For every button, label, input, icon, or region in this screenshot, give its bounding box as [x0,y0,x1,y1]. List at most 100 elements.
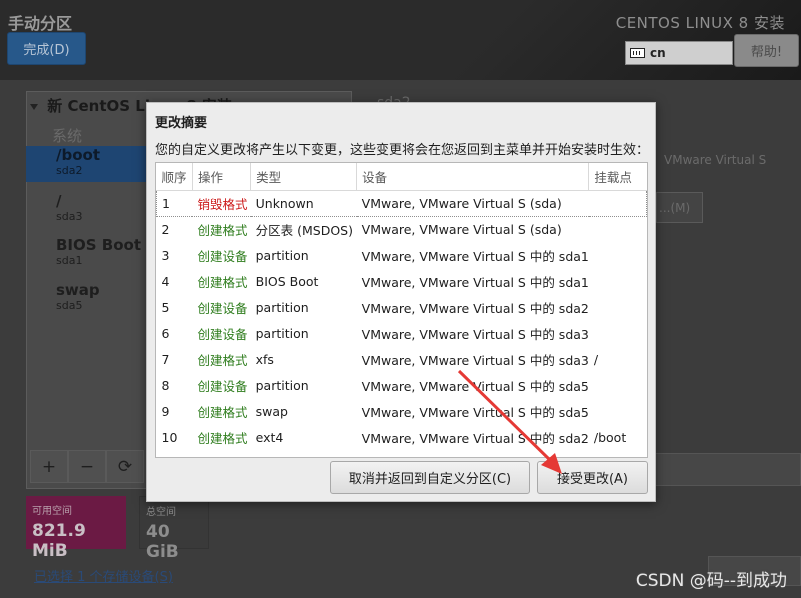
cell-device: VMware, VMware Virtual S (sda) [361,221,562,237]
partition-item-swap[interactable]: swap sda5 [26,281,150,317]
cell-type: Unknown [250,189,357,217]
column-header-type[interactable]: 类型 [250,163,358,191]
cell-mount [588,189,647,217]
cell-device: VMware, VMware Virtual S 中的 sda5 [361,378,589,394]
cell-order: 5 [161,299,170,315]
table-row[interactable]: 9 创建格式 swap VMware, VMware Virtual S 中的 sda… [157,398,647,424]
cell-mount [589,372,647,398]
partition-mount: BIOS Boot [56,236,142,254]
table-row[interactable]: 8 创建设备 partition VMware, VMware Virtual S 中… [157,372,647,398]
cell-order: 3 [161,247,170,263]
cell-mount [589,216,647,242]
cell-order: 4 [161,273,170,289]
cell-device: VMware, VMware Virtual S 中的 sda1 [361,274,589,290]
table-row[interactable]: 2 创建格式 分区表 (MSDOS) VMware, VMware Virtual S… [157,216,647,242]
partition-device: sda3 [56,210,83,223]
cell-action: 创建格式 [197,430,248,446]
cell-mount [589,242,647,268]
page-title: 手动分区 [8,14,73,33]
partition-mount: /boot [56,146,100,164]
cancel-return-button[interactable]: 取消并返回到自定义分区(C) [330,461,530,494]
cell-action: 创建设备 [197,326,248,342]
cell-action: 销毁格式 [192,189,251,217]
cell-type: 分区表 (MSDOS) [255,222,353,238]
dialog-title: 更改摘要 [155,116,208,131]
cell-action: 创建设备 [197,248,248,264]
cell-type: BIOS Boot [255,273,319,289]
cell-type: partition [255,247,309,263]
cell-type: partition [255,325,309,341]
cell-action: 创建格式 [197,222,248,238]
remove-partition-button[interactable]: − [68,450,106,483]
table-row[interactable]: 7 创建格式 xfs VMware, VMware Virtual S 中的 sda3… [157,346,647,372]
cell-type: partition [255,377,309,393]
cell-order: 8 [161,377,170,393]
add-partition-button[interactable]: + [30,450,68,483]
column-header-device[interactable]: 设备 [356,163,590,191]
cell-mount: / [593,351,599,367]
selected-device-desc: VMware Virtual S [664,153,767,167]
cell-mount [589,320,647,346]
cell-device: VMware, VMware Virtual S 中的 sda5 [361,404,589,420]
partition-item-root[interactable]: / sda3 [26,192,150,228]
cell-type: swap [255,403,288,419]
available-space-box: 可用空间 821.9 MiB [26,496,126,561]
table-row[interactable]: 5 创建设备 partition VMware, VMware Virtual S 中… [157,294,647,320]
table-row[interactable]: 1 销毁格式 Unknown VMware, VMware Virtual S (sd… [156,189,647,217]
partition-item-bios-boot[interactable]: BIOS Boot sda1 [26,236,150,272]
total-space-value: 40 GiB [146,522,179,562]
partition-device: sda1 [56,254,83,267]
available-space-value: 821.9 MiB [32,521,86,561]
available-space-label: 可用空间 [32,506,72,517]
cell-device: VMware, VMware Virtual S (sda) [356,189,589,217]
total-space-box: 总空间 40 GiB [139,496,209,562]
table-row[interactable]: 3 创建设备 partition VMware, VMware Virtual S 中… [157,242,647,268]
cell-action: 创建设备 [197,300,248,316]
modify-button[interactable]: ...(M) [656,192,703,223]
column-header-action[interactable]: 操作 [192,163,252,191]
expander-triangle-icon [30,103,38,110]
table-row[interactable]: 4 创建格式 BIOS Boot VMware, VMware Virtual S 中… [157,268,647,294]
cell-action: 创建格式 [197,404,248,420]
cell-device: VMware, VMware Virtual S 中的 sda3 [361,326,589,342]
partition-device: sda2 [56,164,83,177]
changes-table[interactable]: 顺序 操作 类型 设备 挂载点 1 销毁格式 Unknown VMware, VMwa… [155,162,648,458]
storage-devices-link[interactable]: 已选择 1 个存储设备(S) [34,566,173,585]
cell-mount [589,268,647,294]
cell-action: 创建格式 [197,274,248,290]
partition-mount: / [56,192,62,210]
column-header-order[interactable]: 顺序 [156,163,193,191]
cell-mount [589,398,647,424]
cell-action: 创建格式 [197,352,248,368]
cell-device: VMware, VMware Virtual S 中的 sda2 [361,430,589,446]
summary-of-changes-dialog: 更改摘要 您的自定义更改将产生以下变更，这些变更将会在您返回到主菜单并开始安装时… [146,102,656,502]
keyboard-layout-label: cn [650,46,666,60]
cell-mount [589,294,647,320]
cell-type: partition [255,299,309,315]
partition-item-boot[interactable]: /boot sda2 [26,146,150,182]
refresh-button[interactable]: ⟳ [106,450,144,483]
cell-type: xfs [255,351,274,367]
help-button[interactable]: 帮助! [734,34,799,67]
partition-toolbar: + − ⟳ [30,450,146,483]
column-header-mount[interactable]: 挂载点 [588,163,647,191]
label-field[interactable] [648,453,801,486]
total-space-label: 总空间 [146,507,176,518]
table-row[interactable]: 6 创建设备 partition VMware, VMware Virtual S 中… [157,320,647,346]
cell-order: 10 [161,429,178,445]
cell-action: 创建设备 [197,378,248,394]
cell-device: VMware, VMware Virtual S 中的 sda1 [361,248,589,264]
cell-device: VMware, VMware Virtual S 中的 sda2 [361,300,589,316]
top-bar: 手动分区 完成(D) CENTOS LINUX 8 安装 cn 帮助! [0,0,801,80]
keyboard-layout-indicator[interactable]: cn [625,41,733,65]
done-button[interactable]: 完成(D) [7,32,86,65]
accept-changes-button[interactable]: 接受更改(A) [537,461,648,494]
install-title: CENTOS LINUX 8 安装 [615,14,785,32]
cell-type: ext4 [255,429,284,445]
partition-device: sda5 [56,299,83,312]
cell-device: VMware, VMware Virtual S 中的 sda3 [361,352,589,368]
partition-mount: swap [56,281,100,299]
cell-order: 6 [161,325,170,341]
table-row[interactable]: 10 创建格式 ext4 VMware, VMware Virtual S 中的 sd… [157,424,647,450]
dialog-description: 您的自定义更改将产生以下变更，这些变更将会在您返回到主菜单并开始安装时生效： [155,143,650,158]
